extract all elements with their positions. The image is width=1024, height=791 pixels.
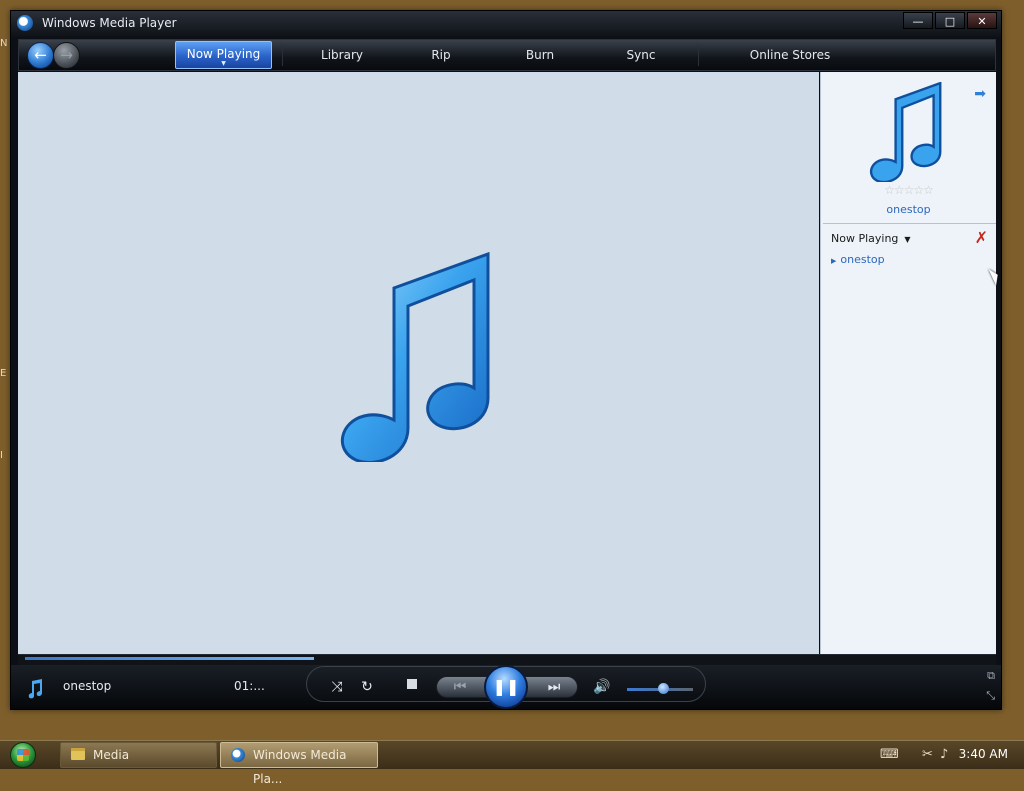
tab-rip[interactable]: Rip [411,40,471,70]
arrow-right-icon[interactable]: ➡ [974,86,986,102]
taskbar-button-media[interactable]: Media [60,742,217,768]
tab-library[interactable]: Library [302,40,382,70]
list-item-label: onestop [840,253,885,266]
tab-now-playing[interactable]: Now Playing ▼ [175,41,272,69]
tab-label: Now Playing [186,47,261,61]
desktop-edge-fragment: I [0,450,3,461]
seek-bar-progress [25,657,315,660]
tab-burn[interactable]: Burn [509,40,571,70]
volume-icon[interactable]: 🔊 [593,677,611,697]
desktop-edge-fragment: E [0,368,7,379]
repeat-icon[interactable]: ↻ [359,677,375,697]
start-button[interactable] [10,742,36,768]
chevron-down-icon: ▼ [904,235,911,244]
list-item[interactable]: ▶ onestop [831,253,885,266]
music-note-icon [28,679,42,699]
folder-icon [71,748,85,760]
list-header-label: Now Playing [831,232,899,245]
tab-sync[interactable]: Sync [611,40,671,70]
pause-button[interactable]: ❚❚ [484,665,528,709]
play-indicator-icon: ▶ [831,257,837,265]
close-button[interactable]: ✕ [967,12,997,29]
arrow-right-icon: → [60,46,73,64]
playback-controls: onestop 01:... ⤨ ↻ ⏮ ❚❚ ⏭ 🔊 ⧉ ⤡ [11,665,1001,709]
media-player-window: Windows Media Player — □ ✕ ← → Now Playi… [10,10,1002,710]
window-controls: — □ ✕ [903,12,997,29]
chevron-down-icon[interactable]: ▼ [176,61,271,67]
back-button[interactable]: ← [27,42,54,69]
arrow-left-icon: ← [34,46,47,64]
switch-to-skin-icon[interactable]: ⧉ [987,669,995,683]
seek-bar[interactable] [18,654,996,665]
maximize-button[interactable]: □ [935,12,965,29]
forward-button[interactable]: → [53,42,80,69]
tab-separator [282,44,283,66]
window-title: Windows Media Player [42,16,177,30]
previous-icon[interactable]: ⏮ [447,677,473,697]
visualization-area[interactable] [18,72,819,654]
taskbar-button-label: Windows Media Pla... [253,748,347,786]
now-playing-list-header[interactable]: Now Playing ▼ [831,232,911,245]
next-icon[interactable]: ⏭ [541,677,567,697]
rating-stars[interactable]: ☆☆☆☆☆ [821,183,996,197]
taskbar-button-label: Media [93,748,130,762]
current-track-name: onestop [63,679,112,693]
clear-list-icon[interactable]: ✗ [975,228,988,247]
stop-button[interactable] [407,679,417,689]
windows-logo-icon [17,749,29,761]
tab-separator [698,44,699,66]
navigation-bar: ← → Now Playing ▼ Library Rip Burn Sync … [18,39,996,71]
taskbar: Media Windows Media Pla... ⌨ ✂ ♪ 3:40 AM [0,740,1024,786]
keyboard-icon[interactable]: ⌨ [880,747,899,762]
speaker-icon[interactable]: ♪ [940,747,948,762]
taskbar-button-media-player[interactable]: Windows Media Pla... [220,742,378,786]
title-bar[interactable]: Windows Media Player — □ ✕ [11,11,1001,37]
media-player-icon [231,748,245,762]
shuffle-icon[interactable]: ⤨ [329,677,345,697]
media-player-icon [17,15,33,31]
network-icon[interactable]: ✂ [922,747,933,762]
tab-online-stores[interactable]: Online Stores [737,40,843,70]
divider [823,223,996,224]
desktop-edge-fragment: N [0,38,8,49]
minimize-button[interactable]: — [903,12,933,29]
album-title[interactable]: onestop [821,203,996,216]
fullscreen-icon[interactable]: ⤡ [986,689,995,703]
clock[interactable]: 3:40 AM [959,747,1008,761]
album-art-icon[interactable] [869,82,945,182]
list-pane: ➡ ☆☆☆☆☆ onestop Now Playing ▼ ✗ ▶ onestop [820,72,996,654]
elapsed-time: 01:... [234,679,265,693]
music-note-icon [340,252,490,462]
